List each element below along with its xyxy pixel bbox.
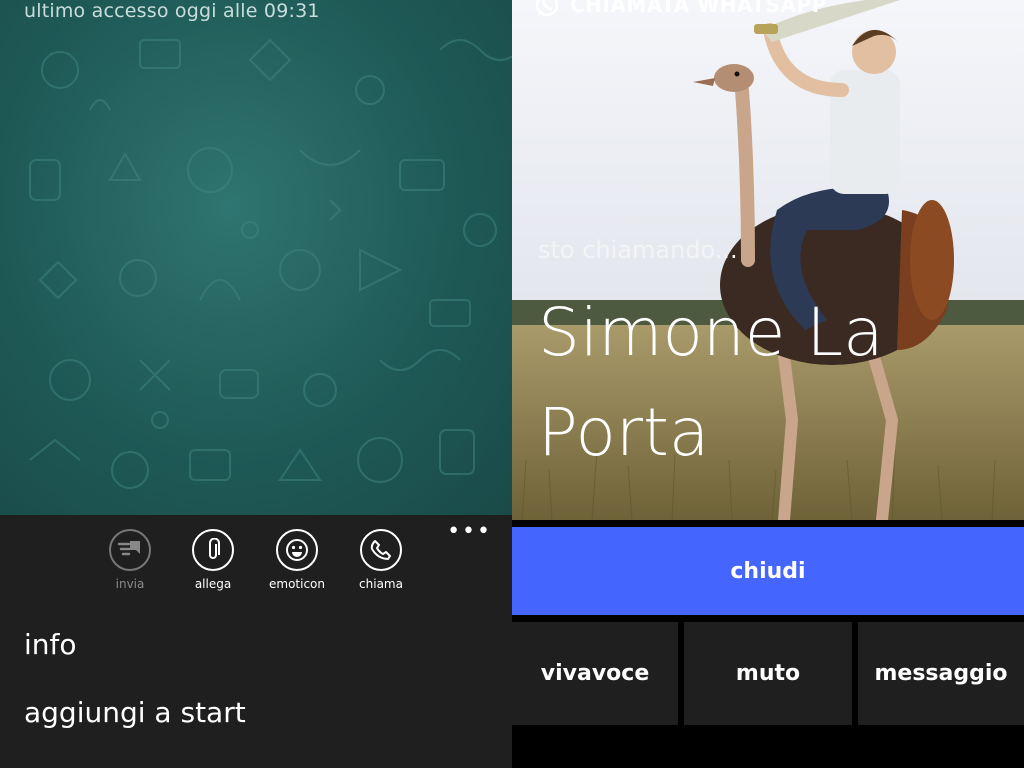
last-seen-status: ultimo accesso oggi alle 09:31	[24, 0, 320, 22]
call-header: CHIAMATA WHATSAPP	[534, 0, 827, 18]
send-icon	[109, 529, 151, 571]
phone-icon	[360, 529, 402, 571]
caller-name-line1: Simone La	[538, 294, 884, 371]
whatsapp-icon	[535, 0, 559, 17]
end-call-button[interactable]: chiudi	[512, 527, 1024, 615]
doodle-pattern	[29, 38, 512, 489]
paperclip-icon	[192, 529, 234, 571]
menu-item-pin-to-start[interactable]: aggiungi a start	[24, 696, 246, 729]
application-bar: ••• invia allega emoticon chiama info ag…	[0, 515, 512, 768]
send-button[interactable]: invia	[88, 529, 172, 591]
smiley-icon	[276, 529, 318, 571]
call-button[interactable]: chiama	[339, 529, 423, 591]
mute-button[interactable]: muto	[684, 622, 852, 725]
call-header-label: CHIAMATA WHATSAPP	[570, 0, 827, 17]
send-label: invia	[115, 577, 145, 591]
emoticon-label: emoticon	[269, 577, 325, 591]
more-options-button[interactable]: •••	[447, 519, 492, 544]
chat-wallpaper: ultimo accesso oggi alle 09:31	[0, 0, 512, 515]
attach-label: allega	[194, 577, 232, 591]
call-label: chiama	[359, 577, 403, 591]
attach-button[interactable]: allega	[171, 529, 255, 591]
menu-item-info[interactable]: info	[24, 628, 77, 661]
emoticon-button[interactable]: emoticon	[255, 529, 339, 591]
caller-name-line2: Porta	[538, 394, 710, 471]
chat-screen: ultimo accesso oggi alle 09:31 ••• invia	[0, 0, 512, 768]
call-screen: CHIAMATA WHATSAPP sto chiamando... Simon…	[512, 0, 1024, 768]
speaker-button[interactable]: vivavoce	[512, 622, 678, 725]
caller-name: Simone La Porta	[538, 283, 938, 483]
calling-status: sto chiamando...	[538, 236, 738, 264]
message-button[interactable]: messaggio	[858, 622, 1024, 725]
